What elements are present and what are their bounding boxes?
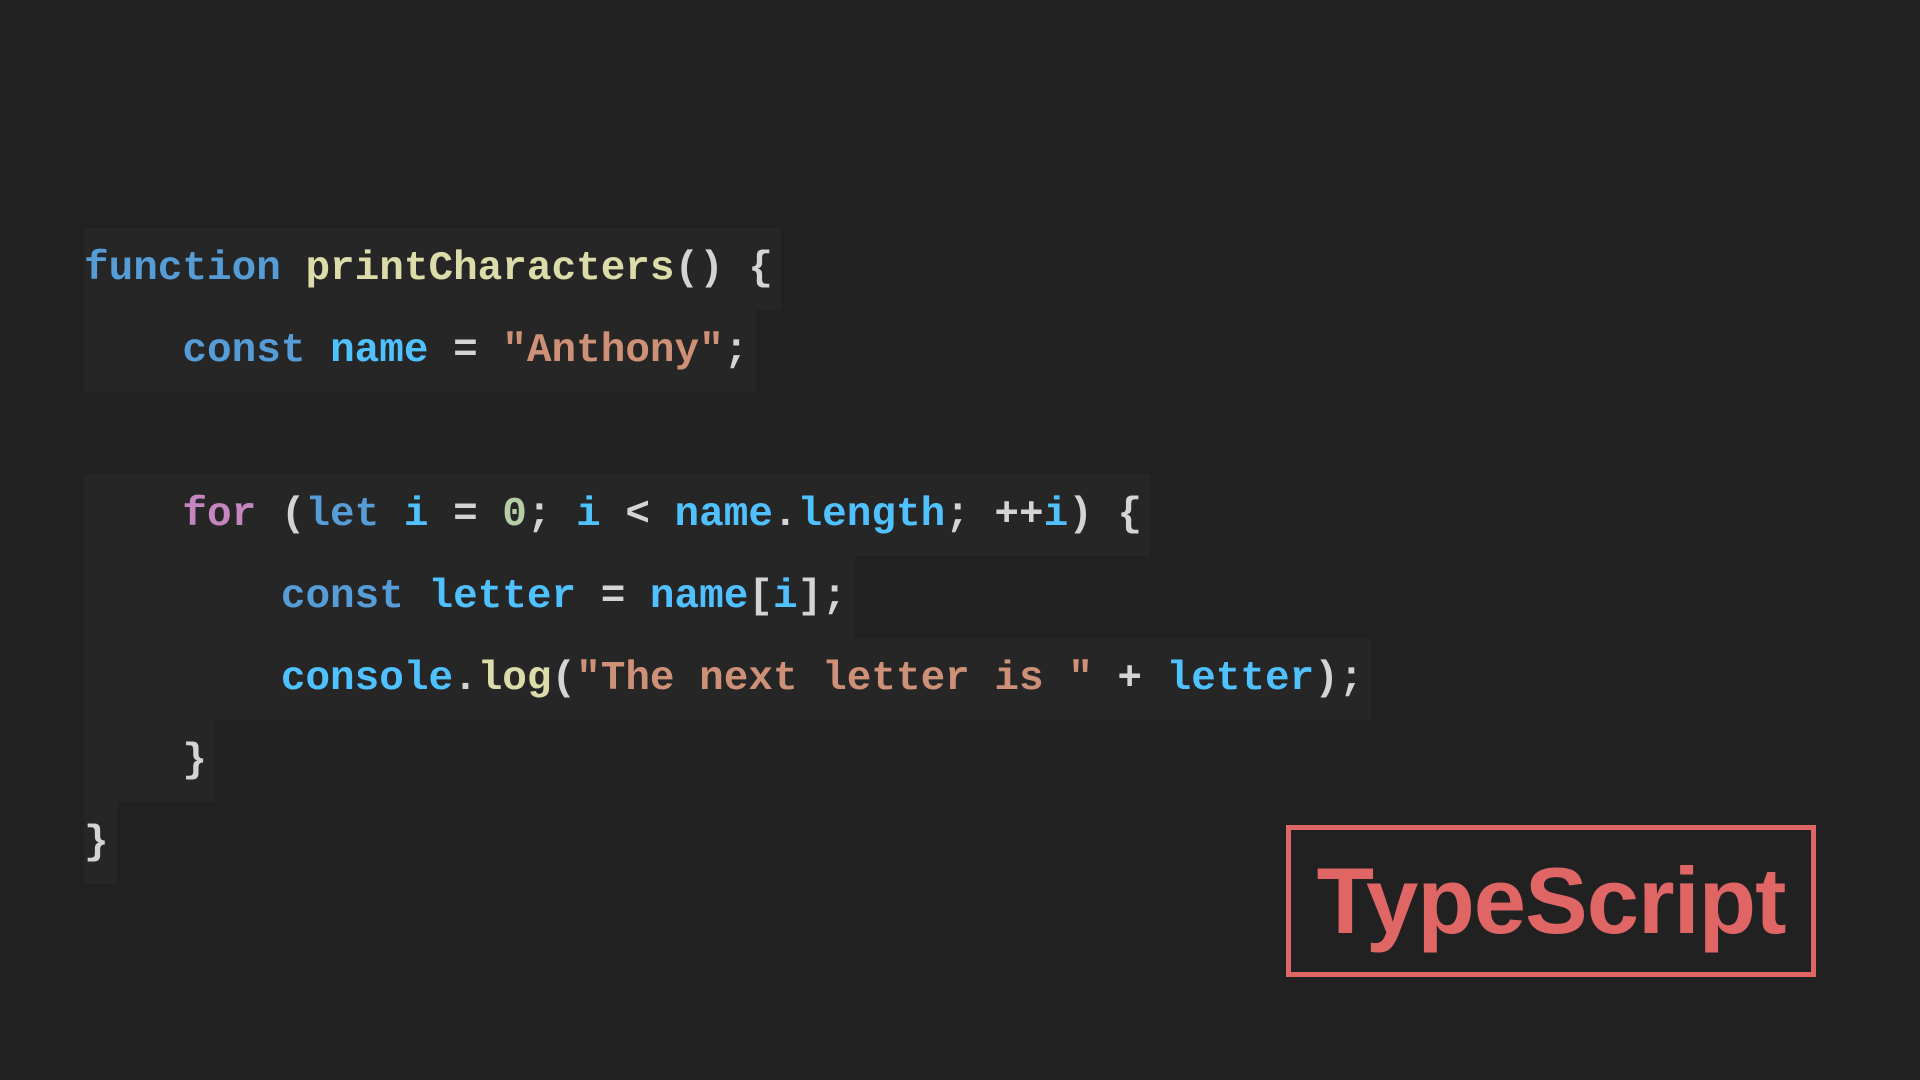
code-token: length (797, 492, 946, 538)
code-token: } (84, 820, 109, 866)
code-token: = (428, 328, 503, 374)
code-token: ; (526, 492, 577, 538)
code-token: function (84, 246, 281, 292)
code-token: let (305, 492, 380, 538)
code-line: console.log("The next letter is " + lett… (84, 638, 1372, 720)
code-token: . (772, 492, 798, 538)
code-token: ; ++ (945, 492, 1044, 538)
code-line-content: function printCharacters() { (84, 228, 781, 310)
code-token: name (330, 328, 429, 374)
code-line: const letter = name[i]; (84, 556, 1371, 638)
code-token: ]; (797, 574, 847, 620)
code-line: const name = "Anthony"; (84, 310, 1371, 392)
code-token: printCharacters (305, 246, 675, 292)
code-line-content: for (let i = 0; i < name.length; ++i) { (84, 474, 1151, 556)
code-token: "The next letter is " (576, 656, 1093, 702)
code-token: ); (1314, 656, 1364, 702)
code-token: console (280, 656, 454, 702)
code-token: i (403, 492, 429, 538)
code-line-content: } (84, 720, 216, 802)
code-line-content: const name = "Anthony"; (84, 310, 757, 392)
code-token: letter (1166, 656, 1315, 702)
code-line: for (let i = 0; i < name.length; ++i) { (84, 474, 1371, 556)
code-token: ( (551, 656, 577, 702)
code-block: function printCharacters() { const name … (84, 228, 1372, 884)
code-token: = (428, 492, 503, 538)
code-token: () { (674, 246, 773, 292)
code-token: ; (723, 328, 749, 374)
code-line: } (84, 802, 1371, 884)
code-token: name (649, 574, 749, 620)
code-token: "Anthony" (502, 328, 724, 374)
code-token: for (182, 492, 257, 538)
code-token: 0 (502, 492, 527, 538)
code-token: ( (256, 492, 306, 538)
code-line-content: console.log("The next letter is " + lett… (84, 638, 1372, 720)
code-token: const (280, 574, 404, 620)
code-token: name (674, 492, 773, 538)
code-token: i (772, 574, 798, 620)
language-badge-label: TypeScript (1316, 848, 1787, 953)
code-token: i (576, 492, 601, 538)
code-line: } (84, 720, 1371, 802)
slide: function printCharacters() { const name … (0, 0, 1920, 1080)
code-token: ) { (1068, 492, 1143, 538)
code-token: . (453, 656, 478, 702)
code-token: letter (428, 574, 577, 620)
code-token: < (600, 492, 675, 538)
code-token: [ (748, 574, 773, 620)
code-token: } (84, 738, 208, 784)
code-line: function printCharacters() { (84, 228, 1371, 310)
code-token: i (1043, 492, 1069, 538)
code-token: log (477, 656, 552, 702)
language-badge: TypeScript (1286, 825, 1816, 977)
code-token: = (576, 574, 650, 620)
code-token: const (182, 328, 306, 374)
code-line-content: const letter = name[i]; (84, 556, 855, 638)
code-line-content: } (84, 802, 117, 884)
code-token: + (1092, 656, 1167, 702)
